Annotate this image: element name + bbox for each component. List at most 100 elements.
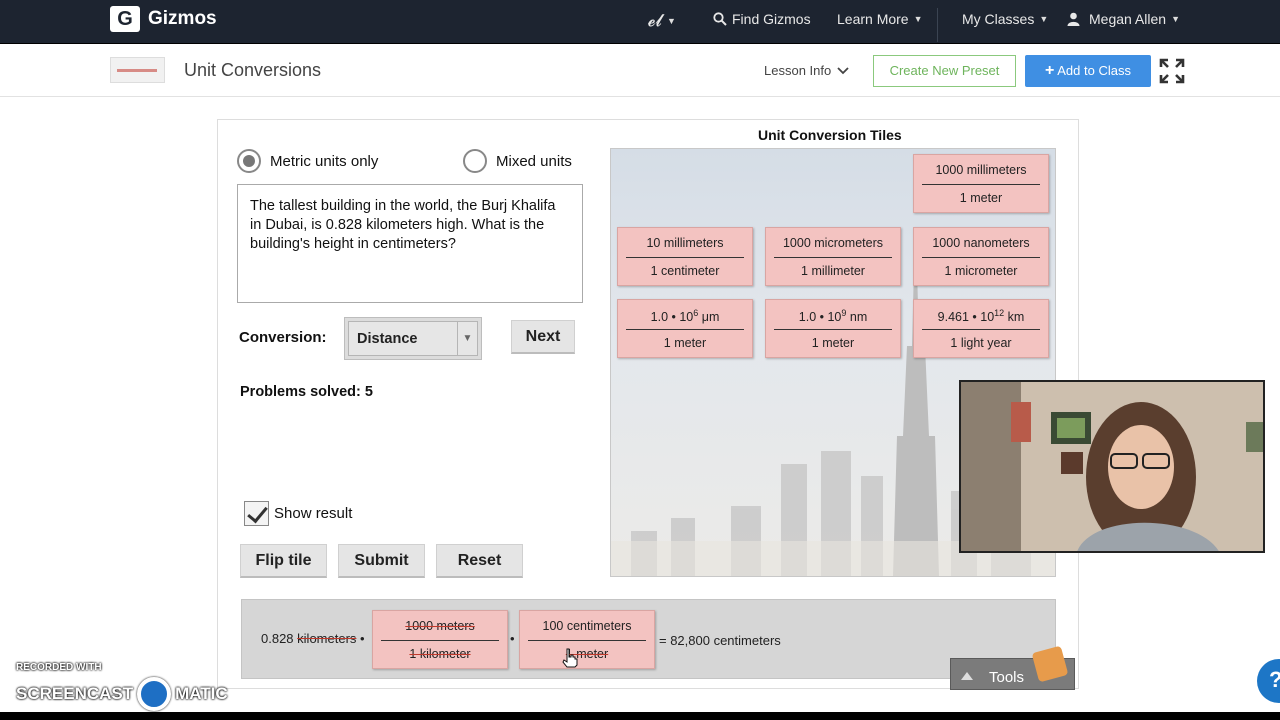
tile-coefficient: 9.461 • 10: [937, 310, 995, 325]
screencast-logo-icon: [137, 677, 172, 711]
tile-denominator: 1 kilometer: [409, 647, 471, 661]
learn-more-menu[interactable]: Learn More ▼: [837, 11, 923, 27]
show-result-checkbox[interactable]: [244, 501, 269, 526]
radio-mixed-units[interactable]: Mixed units: [463, 149, 572, 173]
tile-denominator: 1 meter: [565, 647, 609, 661]
conversion-tile[interactable]: 1000 nanometers 1 micrometer: [913, 227, 1049, 286]
recorded-with-label: RECORDED WITH: [16, 662, 102, 673]
help-button[interactable]: ?: [1257, 659, 1280, 703]
conversion-tile[interactable]: 1000 millimeters 1 meter: [913, 154, 1049, 213]
submit-button[interactable]: Submit: [338, 544, 425, 578]
plus-icon: +: [1045, 62, 1055, 79]
conversion-label: Conversion:: [239, 329, 327, 346]
gizmo-thumbnail: [110, 57, 165, 83]
result-answer: = 82,800 centimeters: [659, 633, 781, 648]
add-to-class-button[interactable]: + Add to Class: [1025, 55, 1151, 87]
my-classes-label: My Classes: [962, 11, 1035, 27]
conversion-tile[interactable]: 1000 micrometers 1 millimeter: [765, 227, 901, 286]
conversion-tile[interactable]: 9.461 • 1012 km 1 light year: [913, 299, 1049, 358]
radio-metric-units[interactable]: Metric units only: [237, 149, 378, 173]
tile-unit: μm: [698, 310, 720, 325]
start-quantity: 0.828 kilometers •: [261, 631, 365, 646]
tiles-title: Unit Conversion Tiles: [758, 127, 902, 143]
lesson-info-label: Lesson Info: [764, 63, 832, 78]
tile-denominator: 1 meter: [663, 336, 707, 350]
show-result-toggle[interactable]: Show result: [244, 501, 352, 526]
multiply-dot: •: [510, 631, 515, 646]
tile-numerator: 100 centimeters: [542, 619, 632, 633]
gizmo-header: Unit Conversions Lesson Info Create New …: [0, 45, 1280, 97]
window-frame-bottom: [0, 712, 1280, 720]
start-value: 0.828: [261, 631, 294, 646]
tile-unit: nm: [846, 310, 868, 325]
chevron-down-icon: ▼: [1039, 14, 1049, 24]
chevron-down-icon: ▼: [1171, 14, 1180, 24]
user-menu[interactable]: Megan Allen ▼: [1067, 11, 1180, 27]
tile-numerator: 1000 micrometers: [782, 236, 884, 250]
conversion-select[interactable]: Distance ▼: [344, 317, 482, 360]
tile-numerator: 1000 meters: [405, 619, 475, 633]
radio-button-unselected[interactable]: [463, 149, 487, 173]
screencast-watermark: RECORDED WITH SCREENCAST MATIC: [16, 662, 228, 711]
user-name: Megan Allen: [1089, 11, 1167, 27]
conversion-tile[interactable]: 1.0 • 109 nm 1 meter: [765, 299, 901, 358]
dropdown-arrow-icon[interactable]: ▼: [457, 322, 477, 355]
chevron-down-icon: [837, 66, 849, 74]
placed-tile[interactable]: 100 centimeters 1 meter: [519, 610, 655, 669]
tile-numerator: 9.461 • 1012 km: [914, 308, 1048, 324]
tile-numerator: 1000 nanometers: [932, 236, 1030, 250]
tile-denominator: 1 meter: [959, 191, 1003, 205]
nav-divider: [937, 8, 938, 42]
tile-numerator: 1000 millimeters: [935, 163, 1027, 177]
lesson-info-dropdown[interactable]: Lesson Info: [764, 63, 849, 78]
chevron-down-icon: ▼: [913, 14, 923, 24]
tile-exponent: 12: [994, 308, 1005, 318]
conversion-value: Distance: [357, 331, 418, 347]
radio-metric-label: Metric units only: [270, 152, 379, 170]
tile-denominator: 1 millimeter: [801, 264, 865, 278]
reset-button[interactable]: Reset: [436, 544, 523, 578]
conversion-tile[interactable]: 10 millimeters 1 centimeter: [617, 227, 753, 286]
create-preset-button[interactable]: Create New Preset: [873, 55, 1016, 87]
search-icon: [713, 12, 727, 26]
logo-text: Gizmos: [148, 8, 217, 29]
result-strip: 0.828 kilometers • 1000 meters 1 kilomet…: [241, 599, 1056, 679]
page-title: Unit Conversions: [184, 60, 322, 80]
tile-numerator: 1.0 • 106 μm: [618, 308, 752, 324]
tile-denominator: 1 micrometer: [944, 264, 1018, 278]
multiply-dot: •: [360, 631, 365, 646]
tile-numerator: 1.0 • 109 nm: [766, 308, 900, 324]
screencast-label: SCREENCAST: [16, 684, 134, 703]
logo-mark: G: [110, 6, 140, 32]
tile-denominator: 1 centimeter: [650, 264, 720, 278]
tools-button[interactable]: Tools: [950, 645, 1075, 690]
next-button[interactable]: Next: [511, 320, 575, 354]
conversion-tile[interactable]: 1.0 • 106 μm 1 meter: [617, 299, 753, 358]
gizmos-logo[interactable]: G Gizmos: [110, 6, 217, 32]
fullscreen-icon[interactable]: [1158, 57, 1186, 85]
tile-numerator: 10 millimeters: [646, 236, 724, 250]
tile-coefficient: 1.0 • 10: [798, 310, 842, 325]
add-to-class-label: Add to Class: [1057, 63, 1131, 78]
question-text: The tallest building in the world, the B…: [237, 184, 583, 303]
start-unit: kilometers: [297, 631, 357, 646]
my-classes-menu[interactable]: My Classes ▼: [962, 11, 1048, 27]
chevron-down-icon: ▼: [667, 16, 676, 26]
tile-coefficient: 1.0 • 10: [650, 310, 694, 325]
user-icon: [1067, 12, 1080, 26]
tile-denominator: 1 meter: [811, 336, 855, 350]
tile-denominator: 1 light year: [950, 336, 1012, 350]
find-gizmos-link[interactable]: Find Gizmos: [713, 11, 811, 27]
el-icon: 𝓮𝓵: [648, 11, 662, 31]
find-gizmos-label: Find Gizmos: [732, 11, 811, 27]
radio-button-selected[interactable]: [237, 149, 261, 173]
flip-tile-button[interactable]: Flip tile: [240, 544, 327, 578]
matic-label: MATIC: [175, 684, 228, 703]
tile-unit: km: [1004, 310, 1025, 325]
el-menu[interactable]: 𝓮𝓵 ▼: [648, 11, 676, 31]
show-result-label: Show result: [274, 505, 353, 522]
placed-tile[interactable]: 1000 meters 1 kilometer: [372, 610, 508, 669]
webcam-video: [961, 382, 1263, 551]
tools-label: Tools: [989, 669, 1025, 686]
problems-solved: Problems solved: 5: [240, 384, 373, 400]
